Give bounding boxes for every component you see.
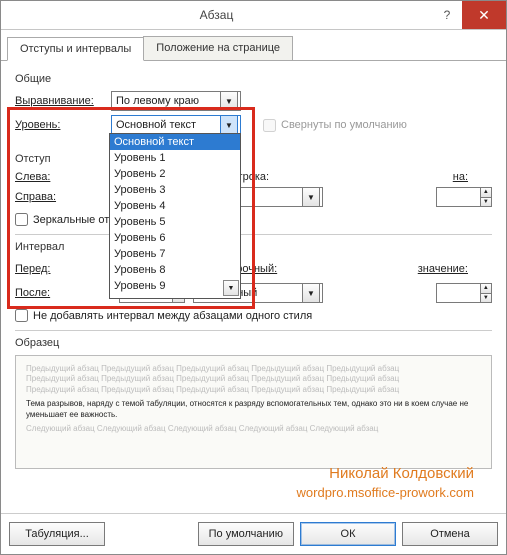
level-value: Основной текст — [116, 119, 196, 131]
value-spin[interactable]: ▲▼ — [436, 283, 492, 303]
scroll-down-icon[interactable]: ▼ — [223, 280, 239, 296]
mirror-label: Зеркальные от — [33, 214, 109, 226]
level-option[interactable]: Уровень 3 — [110, 182, 240, 198]
level-option[interactable]: Основной текст — [110, 134, 240, 150]
window-title: Абзац — [1, 1, 432, 29]
titlebar: Абзац ? ✕ — [1, 1, 506, 30]
alignment-value: По левому краю — [116, 95, 199, 107]
on-label: на: — [453, 171, 468, 183]
tab-indents[interactable]: Отступы и интервалы — [7, 37, 144, 61]
window-buttons: ? ✕ — [432, 1, 506, 29]
right-indent-label: Справа: — [15, 191, 111, 203]
level-option[interactable]: Уровень 8 — [110, 262, 240, 278]
after-label: После: — [15, 287, 111, 299]
chevron-down-icon: ▼ — [220, 91, 238, 111]
spin-down-icon[interactable]: ▼ — [481, 198, 491, 207]
alignment-combo[interactable]: По левому краю ▼ — [111, 91, 241, 111]
value-label: значение: — [418, 263, 468, 275]
spin-up-icon[interactable]: ▲ — [481, 188, 491, 198]
collapse-label: Свернуты по умолчанию — [281, 119, 407, 131]
first-line-input[interactable] — [437, 188, 480, 206]
close-button[interactable]: ✕ — [462, 1, 506, 29]
footer: Табуляция... По умолчанию ОК Отмена — [1, 513, 506, 554]
spin-down-icon[interactable]: ▼ — [481, 294, 491, 303]
level-option[interactable]: Уровень 6 — [110, 230, 240, 246]
spin-up-icon[interactable]: ▲ — [481, 284, 491, 294]
level-combo[interactable]: Основной текст ▼ — [111, 115, 241, 135]
level-option[interactable]: Уровень 7 — [110, 246, 240, 262]
preview-gray-text: Следующий абзац Следующий абзац Следующи… — [26, 424, 481, 434]
preview-gray-text: Предыдущий абзац Предыдущий абзац Предыд… — [26, 385, 481, 395]
cancel-button[interactable]: Отмена — [402, 522, 498, 546]
ok-button[interactable]: ОК — [300, 522, 396, 546]
paragraph-dialog: Абзац ? ✕ Отступы и интервалы Положение … — [0, 0, 507, 555]
nospace-label: Не добавлять интервал между абзацами одн… — [33, 310, 312, 322]
group-general: Общие — [15, 73, 492, 85]
watermark-url: wordpro.msoffice-prowork.com — [297, 485, 474, 500]
content-area: Общие Выравнивание: По левому краю ▼ Уро… — [1, 61, 506, 513]
left-indent-label: Слева: — [15, 171, 111, 183]
chevron-down-icon: ▼ — [302, 187, 320, 207]
level-option[interactable]: Уровень 2 — [110, 166, 240, 182]
preview-gray-text: Предыдущий абзац Предыдущий абзац Предыд… — [26, 374, 481, 384]
level-label: Уровень: — [15, 119, 105, 131]
tabs-button[interactable]: Табуляция... — [9, 522, 105, 546]
first-line-spin[interactable]: ▲▼ — [436, 187, 492, 207]
tab-position[interactable]: Положение на странице — [143, 36, 293, 60]
before-label: Перед: — [15, 263, 111, 275]
preview-sample-text: Тема разрывов, наряду с темой табуляции,… — [26, 399, 481, 420]
collapse-checkbox — [263, 119, 276, 132]
value-input[interactable] — [437, 284, 480, 302]
help-button[interactable]: ? — [432, 1, 462, 29]
level-option[interactable]: Уровень 1 — [110, 150, 240, 166]
alignment-label: Выравнивание: — [15, 95, 105, 107]
level-dropdown-list[interactable]: Основной текст Уровень 1 Уровень 2 Урове… — [109, 133, 241, 299]
mirror-checkbox[interactable] — [15, 213, 28, 226]
preview-gray-text: Предыдущий абзац Предыдущий абзац Предыд… — [26, 364, 481, 374]
default-button[interactable]: По умолчанию — [198, 522, 294, 546]
group-spacing: Интервал — [15, 241, 492, 253]
preview-box: Предыдущий абзац Предыдущий абзац Предыд… — [15, 355, 492, 469]
level-option[interactable]: Уровень 4 — [110, 198, 240, 214]
group-preview: Образец — [15, 337, 492, 349]
chevron-down-icon: ▼ — [302, 283, 320, 303]
divider — [15, 234, 492, 235]
tab-strip: Отступы и интервалы Положение на страниц… — [1, 30, 506, 61]
group-indent: Отступ — [15, 153, 492, 165]
chevron-down-icon: ▼ — [220, 115, 238, 135]
nospace-checkbox[interactable] — [15, 309, 28, 322]
divider — [15, 330, 492, 331]
level-option[interactable]: Уровень 5 — [110, 214, 240, 230]
level-option[interactable]: Уровень 9 — [110, 278, 240, 294]
